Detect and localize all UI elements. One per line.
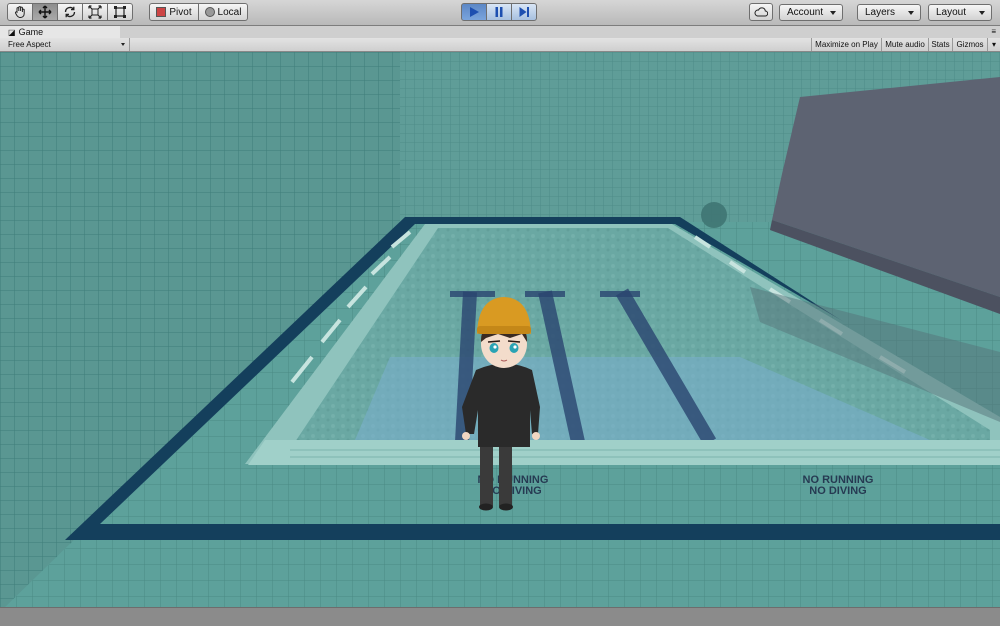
step-button[interactable] — [511, 3, 537, 21]
layout-label: Layout — [936, 7, 967, 18]
character-shoes — [479, 503, 493, 511]
chevron-down-icon — [979, 11, 985, 15]
pivot-label: Pivot — [169, 6, 192, 18]
gizmos-button[interactable]: Gizmos — [952, 38, 987, 51]
pivot-toggle[interactable]: Pivot — [149, 3, 199, 21]
floor-sign-right-2: NO DIVING — [809, 485, 866, 497]
step-icon — [519, 7, 529, 17]
local-icon — [204, 7, 215, 17]
hand-icon — [14, 6, 25, 19]
layers-label: Layers — [865, 7, 896, 18]
pool-front-step — [248, 440, 1000, 465]
cloud-button[interactable] — [749, 3, 773, 21]
account-label: Account — [787, 7, 824, 18]
pause-button[interactable] — [486, 3, 512, 21]
game-view-toolbar: Free Aspect Maximize on Play Mute audio … — [0, 38, 1000, 52]
chevron-down-icon — [121, 43, 125, 46]
layout-dropdown[interactable]: Layout — [928, 4, 992, 21]
move-arrows-icon — [38, 5, 52, 19]
hand-tool-button[interactable] — [7, 3, 33, 21]
gizmos-dropdown-arrow[interactable]: ▾ — [987, 38, 1000, 51]
account-dropdown[interactable]: Account — [779, 4, 843, 21]
local-label: Local — [217, 6, 242, 18]
game-tab[interactable]: ◪ Game — [0, 26, 120, 38]
play-icon — [470, 7, 479, 17]
chevron-down-icon — [908, 11, 914, 15]
status-bar — [0, 607, 1000, 626]
stats-button[interactable]: Stats — [928, 38, 952, 51]
rect-tool-button[interactable] — [107, 3, 133, 21]
rotate-tool-button[interactable] — [57, 3, 83, 21]
game-viewport[interactable]: NO RUNNING NO DIVING NO RUNNING NO DIVIN… — [0, 52, 1000, 607]
aspect-label: Free Aspect — [8, 40, 51, 49]
play-button[interactable] — [461, 3, 487, 21]
move-tool-button[interactable] — [32, 3, 58, 21]
game-tab-title: Game — [18, 27, 44, 37]
tab-menu-icon[interactable]: ≡ — [991, 27, 996, 36]
game-controller-icon: ◪ — [8, 28, 16, 37]
scale-icon — [88, 5, 102, 19]
main-toolbar: Pivot Local Account Layers Layout — [0, 0, 1000, 26]
layers-dropdown[interactable]: Layers — [857, 4, 921, 21]
rotate-icon — [64, 6, 76, 18]
pause-icon — [495, 7, 503, 17]
chevron-down-icon — [830, 11, 836, 15]
aspect-dropdown[interactable]: Free Aspect — [0, 38, 130, 51]
cloud-icon — [754, 7, 768, 17]
pivot-icon — [156, 7, 167, 17]
scale-tool-button[interactable] — [82, 3, 108, 21]
ball — [701, 202, 727, 228]
rect-icon — [114, 6, 126, 18]
local-toggle[interactable]: Local — [198, 3, 248, 21]
maximize-on-play-button[interactable]: Maximize on Play — [811, 38, 881, 51]
mute-audio-button[interactable]: Mute audio — [881, 38, 928, 51]
pool-scene: NO RUNNING NO DIVING NO RUNNING NO DIVIN… — [0, 52, 1000, 607]
character-legs — [480, 444, 493, 506]
